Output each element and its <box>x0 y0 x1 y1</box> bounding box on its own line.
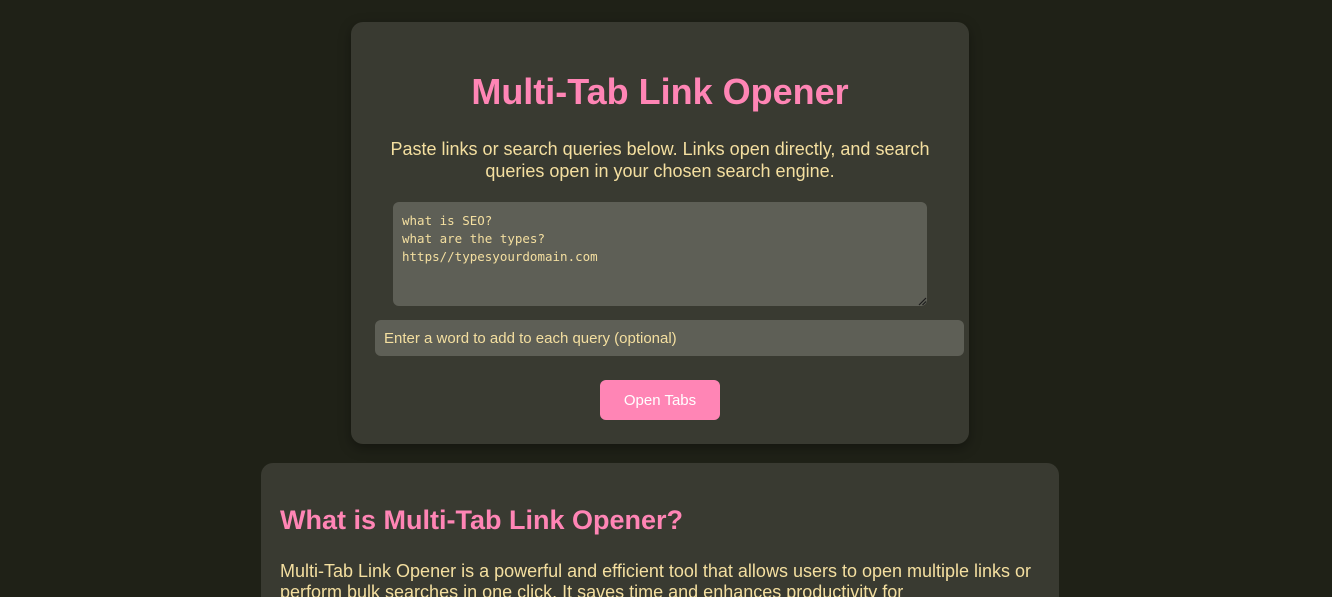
page: Multi-Tab Link Opener Paste links or sea… <box>0 0 1332 597</box>
info-card: What is Multi-Tab Link Opener? Multi-Tab… <box>261 463 1059 597</box>
word-input[interactable] <box>375 320 964 356</box>
links-textarea[interactable]: what is SEO? what are the types? https//… <box>393 202 927 306</box>
tool-description: Paste links or search queries below. Lin… <box>390 139 930 181</box>
open-tabs-button[interactable]: Open Tabs <box>600 380 720 420</box>
info-heading: What is Multi-Tab Link Opener? <box>280 505 683 535</box>
resize-grip-icon[interactable] <box>918 297 927 306</box>
page-title: Multi-Tab Link Opener <box>471 71 849 112</box>
tool-card: Multi-Tab Link Opener Paste links or sea… <box>351 22 969 444</box>
info-paragraph: Multi-Tab Link Opener is a powerful and … <box>280 561 1032 597</box>
